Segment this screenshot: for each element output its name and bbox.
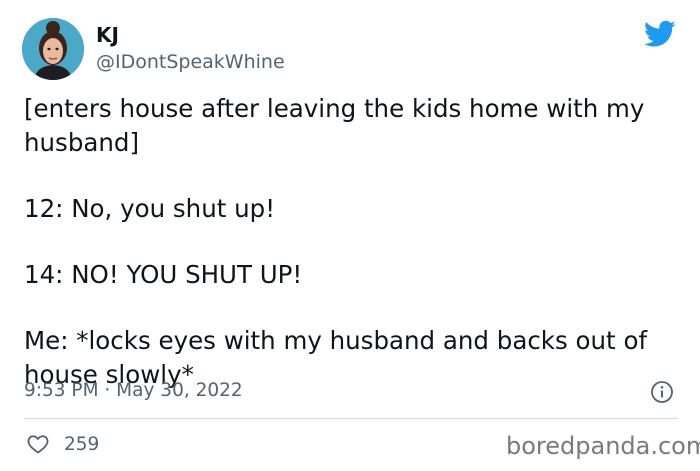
- tweet-text: [enters house after leaving the kids hom…: [24, 92, 684, 392]
- author-avatar[interactable]: [22, 18, 84, 80]
- author-handle[interactable]: @IDontSpeakWhine: [96, 50, 285, 74]
- twitter-bird-icon[interactable]: [644, 20, 676, 48]
- avatar-image: [22, 18, 84, 80]
- heart-icon: [27, 435, 49, 454]
- info-icon[interactable]: [650, 380, 674, 404]
- divider: [24, 418, 678, 419]
- info-glyph: [651, 381, 673, 403]
- twitter-bird-glyph: [644, 20, 676, 47]
- tweet-paragraph: [enters house after leaving the kids hom…: [24, 94, 645, 157]
- tweet-paragraph: 12: No, you shut up!: [24, 194, 276, 223]
- watermark: boredpanda.com: [506, 432, 700, 460]
- tweet-timestamp[interactable]: 9:53 PM · May 30, 2022: [24, 378, 243, 404]
- tweet-paragraph: 14: NO! YOU SHUT UP!: [24, 260, 303, 289]
- author-name[interactable]: KJ: [96, 23, 119, 47]
- like-button[interactable]: 259: [26, 432, 99, 456]
- tweet-card: KJ @IDontSpeakWhine [enters house after …: [0, 0, 700, 471]
- like-count: 259: [64, 433, 100, 455]
